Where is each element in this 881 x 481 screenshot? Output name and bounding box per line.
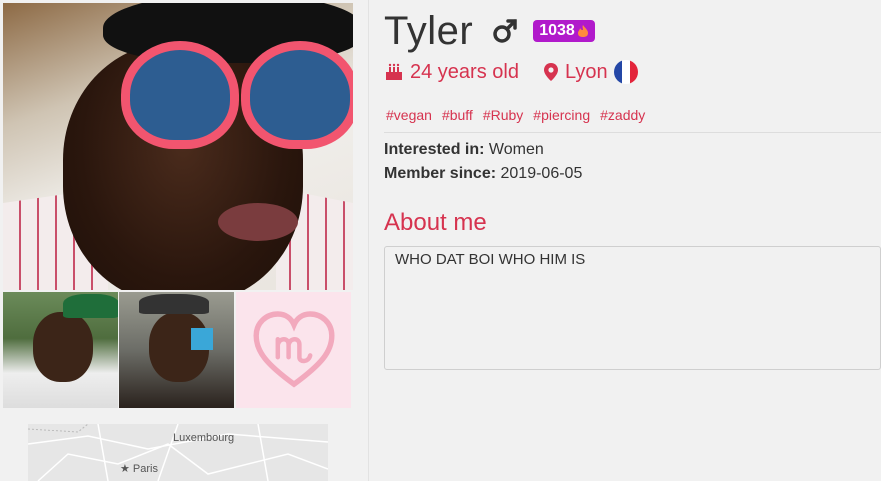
member-since-label: Member since:: [384, 165, 497, 182]
profile-name: Tyler: [384, 8, 474, 53]
age-text: 24 years old: [410, 60, 519, 83]
france-flag-icon: [613, 60, 638, 84]
tag-item[interactable]: #vegan: [386, 107, 432, 123]
member-since-row: Member since: 2019-06-05: [384, 165, 582, 183]
main-profile-photo[interactable]: [3, 3, 353, 290]
flame-icon: [577, 25, 588, 37]
thumbnail-photo-1[interactable]: [3, 292, 118, 408]
map-label-paris: ★ Paris: [120, 463, 158, 475]
tag-item[interactable]: #piercing: [533, 107, 590, 123]
photo-sunglasses-lens-right: [241, 41, 353, 149]
tag-item[interactable]: #Ruby: [483, 107, 523, 123]
member-since-value: 2019-06-05: [500, 165, 583, 182]
photo-sunglasses-lens-left: [121, 41, 239, 149]
location-pin-icon: [543, 63, 558, 81]
heart-logo-icon: [252, 311, 335, 388]
thumbnail-placeholder-logo[interactable]: [236, 292, 351, 408]
photo-column: Luxembourg ★ Paris: [0, 0, 369, 481]
thumb1-cap: [63, 294, 118, 318]
score-value: 1038: [539, 22, 575, 39]
name-row: Tyler 1038: [384, 6, 595, 56]
interested-in-row: Interested in: Women: [384, 141, 544, 159]
male-icon: [493, 19, 517, 43]
birthday-cake-icon: [386, 63, 402, 80]
popularity-score-badge: 1038: [533, 20, 595, 42]
tag-item[interactable]: #zaddy: [600, 107, 645, 123]
map-label-paris-text: Paris: [132, 463, 158, 475]
interest-tags: #vegan #buff #Ruby #piercing #zaddy: [386, 107, 645, 123]
thumb2-phone: [191, 328, 213, 350]
thumb1-face: [33, 312, 93, 382]
divider: [384, 132, 881, 133]
interested-in-value: Women: [488, 141, 544, 158]
location-map[interactable]: Luxembourg ★ Paris: [28, 424, 328, 481]
interested-in-label: Interested in:: [384, 141, 485, 158]
about-me-text: WHO DAT BOI WHO HIM IS: [384, 246, 881, 370]
map-label-luxembourg: Luxembourg: [173, 432, 235, 444]
age-location-row: 24 years old Lyon: [384, 60, 638, 84]
photo-lips: [218, 203, 298, 241]
about-me-heading: About me: [384, 209, 487, 236]
thumb2-cap: [139, 294, 209, 314]
city-text: Lyon: [564, 60, 608, 83]
tag-item[interactable]: #buff: [442, 107, 473, 123]
thumbnail-photo-2[interactable]: [119, 292, 234, 408]
